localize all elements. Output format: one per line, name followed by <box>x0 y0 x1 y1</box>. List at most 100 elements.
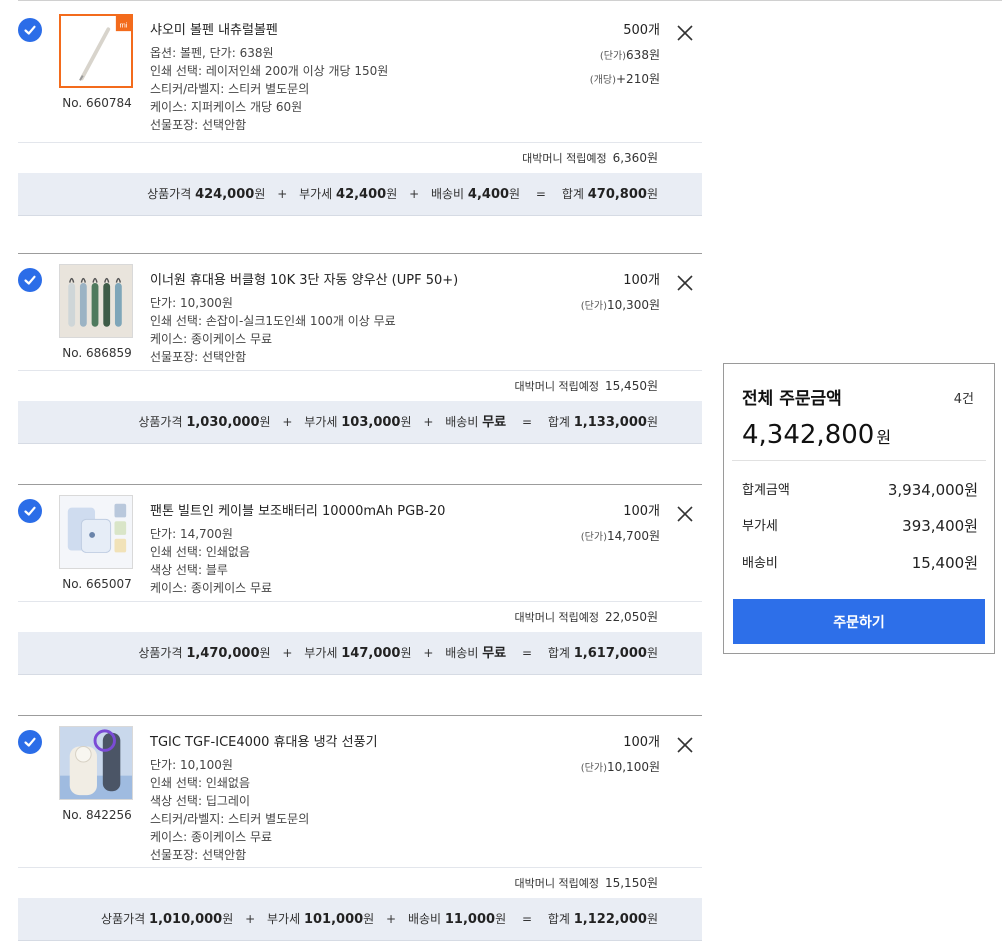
item-option: 케이스: 종이케이스 무료 <box>150 581 273 595</box>
umbrella-icon[interactable] <box>59 264 133 338</box>
cart-item: No. 665007 팬톤 빌트인 케이블 보조배터리 10000mAh PGB… <box>18 481 702 675</box>
cart-item: No. 686859 이너원 휴대용 버클형 10K 3단 자동 양우산 (UP… <box>18 250 702 444</box>
product-number: No. 686859 <box>62 346 132 360</box>
item-main: mi No. 660784 샤오미 볼펜 내츄럴볼펜 옵션: 볼펜, 단가: 6… <box>18 0 702 142</box>
item-option: 단가: 14,700원 <box>150 527 233 541</box>
item-unit-price: (단가)14,700원 <box>581 525 660 549</box>
total-value: 1,617,000 <box>573 646 647 661</box>
battery-icon[interactable] <box>59 495 133 569</box>
won-unit: 원 <box>254 187 266 201</box>
total-label: 합계 <box>547 912 570 926</box>
item-price-value: 10,300원 <box>606 298 660 312</box>
product-price-label: 상품가격 <box>138 415 183 429</box>
item-option: 인쇄 선택: 인쇄없음 <box>150 776 250 790</box>
equals-sign: = <box>521 646 532 660</box>
summary-shipping-label: 배송비 <box>742 556 778 571</box>
remove-item-close-icon[interactable] <box>676 736 694 754</box>
plus-sign: + <box>282 415 293 429</box>
pen-icon[interactable]: mi <box>59 14 133 88</box>
plus-sign: + <box>277 187 288 201</box>
select-checkbox[interactable] <box>18 18 42 42</box>
item-price-tag: (단가) <box>599 51 627 62</box>
select-checkbox[interactable] <box>18 268 42 292</box>
won-unit: 원 <box>509 187 521 201</box>
remove-item-close-icon[interactable] <box>676 274 694 292</box>
item-price-value: 14,700원 <box>606 529 660 543</box>
equals-sign: = <box>521 415 532 429</box>
item-price-value: 638원 <box>626 48 660 62</box>
product-price-label: 상품가격 <box>138 646 183 660</box>
summary-shipping-row: 배송비 15,400원 <box>742 552 978 573</box>
item-unit-price: (단가)638원 <box>590 44 660 68</box>
shipping-value: 무료 <box>482 646 507 661</box>
item-quantity-block: 100개 (단가)10,100원 <box>581 734 660 780</box>
grand-total-unit: 원 <box>876 428 892 447</box>
won-unit: 원 <box>646 646 658 660</box>
item-option: 선물포장: 선택안함 <box>150 118 247 132</box>
item-option: 선물포장: 선택안함 <box>150 350 247 364</box>
item-option: 케이스: 지퍼케이스 개당 60원 <box>150 100 303 114</box>
item-info: 팬톤 빌트인 케이블 보조배터리 10000mAh PGB-20 단가: 14,… <box>150 503 550 597</box>
item-quantity-block: 100개 (단가)14,700원 <box>581 503 660 549</box>
won-unit: 원 <box>386 187 398 201</box>
points-value: 22,050원 <box>604 610 658 624</box>
svg-text:mi: mi <box>119 20 127 29</box>
plus-sign: + <box>282 646 293 660</box>
item-main: No. 842256 TGIC TGF-ICE4000 휴대용 냉각 선풍기 단… <box>18 712 702 867</box>
item-price-value: 10,100원 <box>606 760 660 774</box>
grand-total-value: 4,342,800 <box>742 420 875 450</box>
fan-icon[interactable] <box>59 726 133 800</box>
item-option: 케이스: 종이케이스 무료 <box>150 332 273 346</box>
total-label: 합계 <box>547 646 570 660</box>
item-totals-row: 상품가격 1,470,000원 + 부가세 147,000원 + 배송비 무료 … <box>18 632 702 675</box>
product-name[interactable]: 이너원 휴대용 버클형 10K 3단 자동 양우산 (UPF 50+) <box>150 272 550 290</box>
item-quantity: 100개 <box>623 504 660 519</box>
item-option: 단가: 10,300원 <box>150 296 233 310</box>
product-name[interactable]: TGIC TGF-ICE4000 휴대용 냉각 선풍기 <box>150 734 550 752</box>
summary-subtotal-value: 3,934,000원 <box>887 481 978 499</box>
plus-sign: + <box>386 912 397 926</box>
item-totals-row: 상품가격 1,030,000원 + 부가세 103,000원 + 배송비 무료 … <box>18 401 702 444</box>
shipping-value: 무료 <box>482 415 507 430</box>
product-price-label: 상품가격 <box>147 187 192 201</box>
item-separator <box>18 253 702 254</box>
select-checkbox[interactable] <box>18 499 42 523</box>
item-price-tag: (단가) <box>580 301 607 312</box>
points-row: 대박머니 적립예정 22,050원 <box>18 601 702 632</box>
remove-item-close-icon[interactable] <box>676 24 694 42</box>
item-info: 이너원 휴대용 버클형 10K 3단 자동 양우산 (UPF 50+) 단가: … <box>150 272 550 366</box>
item-separator <box>18 484 702 485</box>
total-value: 470,800 <box>587 187 647 202</box>
vat-label: 부가세 <box>267 912 301 926</box>
item-quantity: 100개 <box>623 273 660 288</box>
item-info: TGIC TGF-ICE4000 휴대용 냉각 선풍기 단가: 10,100원 인… <box>150 734 550 864</box>
cart-item: No. 842256 TGIC TGF-ICE4000 휴대용 냉각 선풍기 단… <box>18 712 702 941</box>
summary-vat-value: 393,400원 <box>902 517 978 535</box>
product-name[interactable]: 샤오미 볼펜 내츄럴볼펜 <box>150 22 550 40</box>
points-row: 대박머니 적립예정 15,450원 <box>18 370 702 401</box>
total-value: 1,122,000 <box>573 912 647 927</box>
points-value: 6,360원 <box>612 151 658 165</box>
product-name[interactable]: 팬톤 빌트인 케이블 보조배터리 10000mAh PGB-20 <box>150 503 550 521</box>
item-info: 샤오미 볼펜 내츄럴볼펜 옵션: 볼펜, 단가: 638원 인쇄 선택: 레이저인… <box>150 22 550 134</box>
summary-shipping-value: 15,400원 <box>911 554 978 572</box>
select-checkbox[interactable] <box>18 730 42 754</box>
summary-subtotal-label: 합계금액 <box>742 483 790 498</box>
item-unit-price: (단가)10,300원 <box>581 294 660 318</box>
summary-item-count: 4건 <box>953 392 974 407</box>
item-quantity: 500개 <box>623 23 660 38</box>
points-label: 대박머니 적립예정 <box>514 380 599 393</box>
item-option: 옵션: 볼펜, 단가: 638원 <box>150 46 274 60</box>
order-button[interactable]: 주문하기 <box>733 599 985 644</box>
item-main: No. 665007 팬톤 빌트인 케이블 보조배터리 10000mAh PGB… <box>18 481 702 601</box>
item-main: No. 686859 이너원 휴대용 버클형 10K 3단 자동 양우산 (UP… <box>18 250 702 370</box>
points-label: 대박머니 적립예정 <box>514 611 599 624</box>
item-quantity: 100개 <box>623 735 660 750</box>
item-totals-row: 상품가격 1,010,000원 + 부가세 101,000원 + 배송비 11,… <box>18 898 702 941</box>
equals-sign: = <box>521 912 532 926</box>
item-unit-price: (단가)10,100원 <box>581 756 660 780</box>
item-price-tag: (개당) <box>589 75 616 86</box>
remove-item-close-icon[interactable] <box>676 505 694 523</box>
product-price-value: 1,470,000 <box>186 646 260 661</box>
item-option: 스티커/라벨지: 스티커 별도문의 <box>150 812 310 826</box>
